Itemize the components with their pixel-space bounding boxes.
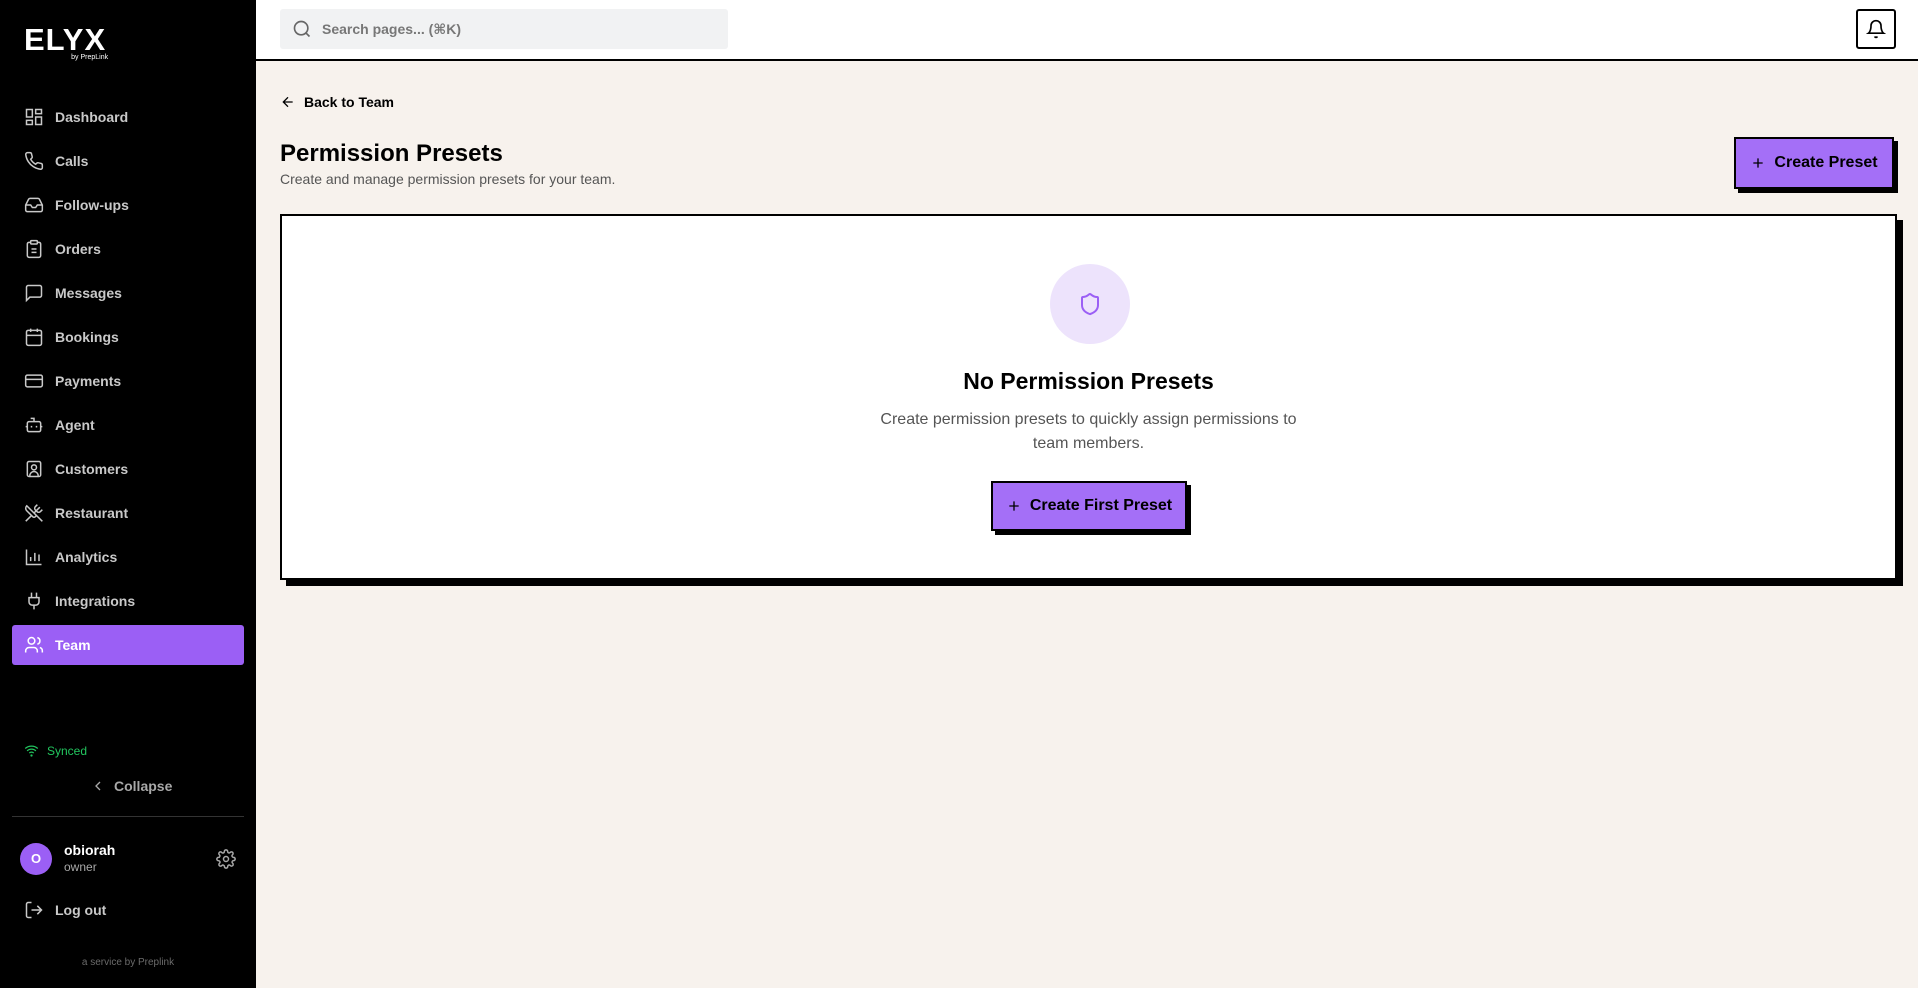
inbox-icon bbox=[24, 197, 44, 213]
user-name: obiorah bbox=[64, 842, 116, 858]
avatar: O bbox=[20, 842, 52, 875]
empty-state-card: No Permission Presets Create permission … bbox=[280, 214, 1897, 580]
plus-icon bbox=[1753, 158, 1764, 168]
sidebar: ELYX by PrepLink Dashboard Calls Follow-… bbox=[0, 0, 256, 988]
back-to-team-link[interactable]: Back to Team bbox=[280, 94, 394, 110]
sidebar-divider bbox=[12, 816, 244, 817]
sidebar-item-agent[interactable]: Agent bbox=[12, 405, 244, 445]
wifi-icon bbox=[24, 745, 39, 757]
sidebar-item-label: Agent bbox=[55, 417, 95, 433]
calendar-icon bbox=[25, 328, 43, 347]
chevron-left-icon bbox=[95, 781, 101, 791]
sidebar-item-label: Analytics bbox=[55, 549, 118, 565]
contact-icon bbox=[26, 460, 42, 478]
top-bar: Search pages... (⌘K) bbox=[256, 0, 1918, 61]
sidebar-item-bookings[interactable]: Bookings bbox=[12, 317, 244, 357]
logout-icon bbox=[25, 901, 43, 919]
logo-text: ELYX bbox=[24, 22, 107, 57]
sidebar-item-customers[interactable]: Customers bbox=[12, 449, 244, 489]
sidebar-item-calls[interactable]: Calls bbox=[12, 141, 244, 181]
service-credit: a service by Preplink bbox=[81, 957, 175, 968]
clipboard-icon bbox=[26, 239, 42, 259]
collapse-button[interactable]: Collapse bbox=[90, 778, 172, 794]
bot-icon bbox=[25, 417, 43, 433]
logo-subtext: by PrepLink bbox=[71, 54, 109, 61]
logout-button[interactable]: Log out bbox=[24, 900, 106, 920]
sidebar-item-integrations[interactable]: Integrations bbox=[12, 581, 244, 621]
sidebar-item-dashboard[interactable]: Dashboard bbox=[12, 97, 244, 137]
search-icon bbox=[293, 20, 311, 38]
sidebar-item-orders[interactable]: Orders bbox=[12, 229, 244, 269]
create-first-preset-button[interactable]: Create First Preset bbox=[991, 481, 1187, 531]
sidebar-item-label: Customers bbox=[55, 461, 129, 477]
sidebar-item-label: Team bbox=[55, 637, 91, 653]
sidebar-item-label: Orders bbox=[55, 241, 101, 257]
sidebar-item-label: Dashboard bbox=[55, 109, 129, 125]
empty-state-badge bbox=[1050, 264, 1130, 344]
empty-state-description: Create permission presets to quickly ass… bbox=[880, 411, 1297, 452]
arrow-left-icon bbox=[282, 96, 293, 108]
phone-icon bbox=[25, 151, 44, 170]
search-placeholder: Search pages... (⌘K) bbox=[322, 20, 462, 37]
sidebar-item-restaurant[interactable]: Restaurant bbox=[12, 493, 244, 533]
sidebar-item-label: Payments bbox=[55, 373, 122, 389]
search-input[interactable]: Search pages... (⌘K) bbox=[280, 9, 728, 49]
sidebar-nav: Dashboard Calls Follow-ups Orders Messag… bbox=[12, 97, 244, 669]
sidebar-item-messages[interactable]: Messages bbox=[12, 273, 244, 313]
logout-label: Log out bbox=[55, 902, 107, 918]
sync-status-label: Synced bbox=[47, 743, 88, 758]
gear-icon[interactable] bbox=[216, 849, 236, 869]
sync-status: Synced bbox=[24, 743, 87, 758]
sidebar-item-label: Messages bbox=[55, 285, 122, 301]
page-subtitle: Create and manage permission presets for… bbox=[280, 171, 616, 187]
sidebar-item-follow-ups[interactable]: Follow-ups bbox=[12, 185, 244, 225]
credit-card-icon bbox=[24, 374, 44, 388]
sidebar-item-analytics[interactable]: Analytics bbox=[12, 537, 244, 577]
plus-icon bbox=[1009, 501, 1019, 511]
user-info: obiorah owner bbox=[64, 842, 115, 875]
plug-icon bbox=[28, 592, 40, 610]
create-first-preset-label: Create First Preset bbox=[1029, 497, 1173, 514]
message-icon bbox=[25, 284, 43, 303]
sidebar-item-team[interactable]: Team bbox=[12, 625, 244, 665]
bar-chart-icon bbox=[25, 549, 42, 566]
collapse-label: Collapse bbox=[114, 778, 173, 794]
create-preset-label: Create Preset bbox=[1774, 154, 1878, 171]
sidebar-item-label: Restaurant bbox=[55, 505, 129, 521]
back-label: Back to Team bbox=[304, 94, 394, 110]
empty-state-title: No Permission Presets bbox=[963, 368, 1214, 394]
users-icon bbox=[24, 636, 44, 653]
shield-icon bbox=[1081, 293, 1099, 316]
dashboard-icon bbox=[25, 108, 43, 126]
user-role: owner bbox=[64, 860, 97, 874]
page-title: Permission Presets bbox=[280, 140, 503, 167]
sidebar-item-label: Calls bbox=[55, 153, 89, 169]
notifications-button[interactable] bbox=[1856, 9, 1896, 49]
bell-icon bbox=[1866, 19, 1886, 39]
user-profile[interactable]: O obiorah owner bbox=[20, 842, 115, 875]
sidebar-item-label: Follow-ups bbox=[55, 197, 129, 213]
create-preset-button[interactable]: Create Preset bbox=[1734, 137, 1894, 189]
sidebar-item-payments[interactable]: Payments bbox=[12, 361, 244, 401]
brand-logo[interactable]: ELYX by PrepLink bbox=[24, 22, 108, 61]
utensils-icon bbox=[24, 504, 43, 522]
sidebar-item-label: Bookings bbox=[55, 329, 119, 345]
sidebar-item-label: Integrations bbox=[55, 593, 136, 609]
